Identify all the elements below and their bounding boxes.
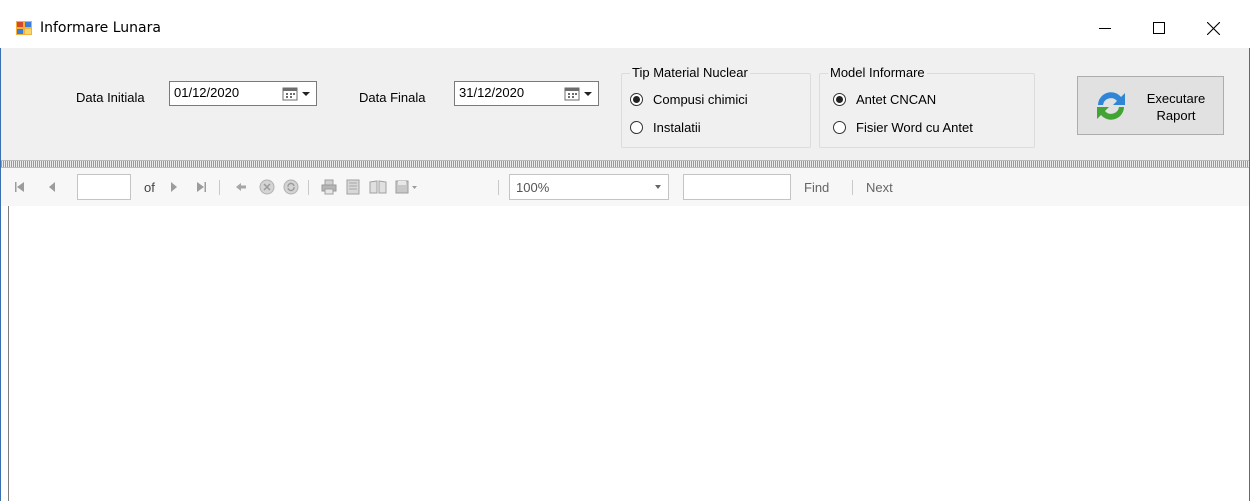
maximize-button[interactable] <box>1136 8 1182 48</box>
calendar-dropdown-icon <box>564 87 592 101</box>
toolbar-separator <box>498 180 499 195</box>
save-dropdown-icon <box>395 180 417 194</box>
last-page-icon <box>197 182 206 192</box>
radio-fisier-word-label: Fisier Word cu Antet <box>856 119 973 135</box>
report-viewer-area[interactable] <box>1 206 1249 500</box>
radio-compusi-chimici[interactable]: Compusi chimici <box>630 89 748 109</box>
next-page-icon <box>171 182 177 192</box>
report-model-group: Model Informare Antet CNCAN Fisier Word … <box>819 65 1035 148</box>
radio-instalatii-label: Instalatii <box>653 119 701 135</box>
title-bar: Informare Lunara <box>0 0 1250 48</box>
toolbar-separator <box>219 180 220 195</box>
material-type-group-title: Tip Material Nuclear <box>630 65 750 80</box>
refresh-icon <box>283 179 299 195</box>
radio-unselected-icon <box>630 120 643 134</box>
date-start-label: Data Initiala <box>76 90 145 105</box>
refresh-icon <box>1097 92 1125 120</box>
previous-page-button[interactable] <box>43 168 61 206</box>
date-end-value: 31/12/2020 <box>459 85 525 100</box>
report-model-group-title: Model Informare <box>828 65 927 80</box>
find-next-link[interactable]: Next <box>866 180 893 195</box>
zoom-value: 100% <box>516 180 550 195</box>
close-icon <box>1206 21 1220 35</box>
minimize-button[interactable] <box>1082 8 1128 48</box>
report-viewer-border <box>8 206 9 501</box>
previous-page-icon <box>49 182 55 192</box>
radio-unselected-icon <box>833 120 846 134</box>
zoom-select[interactable]: 100% <box>509 174 669 200</box>
print-icon <box>321 179 337 195</box>
export-button[interactable] <box>393 168 421 206</box>
date-end-picker[interactable]: 31/12/2020 <box>454 81 599 106</box>
page-setup-icon <box>369 180 387 194</box>
execute-report-label: Executare Raport <box>1146 91 1206 123</box>
print-button[interactable] <box>319 168 339 206</box>
filter-panel: Data Initiala 01/12/2020 Data Finala 31/… <box>1 48 1249 162</box>
print-layout-button[interactable] <box>343 168 363 206</box>
toolbar-separator <box>852 180 853 195</box>
toolbar-separator <box>308 180 309 195</box>
stop-button[interactable] <box>257 168 277 206</box>
radio-compusi-chimici-label: Compusi chimici <box>653 91 748 107</box>
date-start-value: 01/12/2020 <box>174 85 240 100</box>
radio-antet-cncan[interactable]: Antet CNCAN <box>833 89 936 109</box>
radio-selected-icon <box>630 92 643 106</box>
radio-instalatii[interactable]: Instalatii <box>630 117 701 137</box>
back-button[interactable] <box>231 168 251 206</box>
minimize-icon <box>1099 28 1111 29</box>
first-page-button[interactable] <box>11 168 29 206</box>
stop-icon <box>259 179 275 195</box>
app-icon <box>16 21 32 35</box>
date-start-picker[interactable]: 01/12/2020 <box>169 81 317 106</box>
maximize-icon <box>1153 22 1165 34</box>
window-title: Informare Lunara <box>40 20 161 36</box>
close-button[interactable] <box>1190 8 1236 48</box>
radio-selected-icon <box>833 92 846 106</box>
radio-fisier-word[interactable]: Fisier Word cu Antet <box>833 117 973 137</box>
page-setup-button[interactable] <box>367 168 389 206</box>
splitter[interactable] <box>1 160 1249 168</box>
last-page-button[interactable] <box>192 168 210 206</box>
chevron-down-icon <box>655 185 661 189</box>
page-layout-icon <box>346 179 360 195</box>
date-end-label: Data Finala <box>359 90 426 105</box>
page-number-input[interactable] <box>77 174 131 200</box>
report-viewer-toolbar: of 100% Find Next <box>1 168 1249 206</box>
refresh-button[interactable] <box>281 168 301 206</box>
back-arrow-icon <box>236 183 246 191</box>
calendar-dropdown-icon <box>282 87 310 101</box>
execute-report-button[interactable]: Executare Raport <box>1077 76 1224 135</box>
find-link[interactable]: Find <box>804 180 829 195</box>
material-type-group: Tip Material Nuclear Compusi chimici Ins… <box>621 65 811 148</box>
radio-antet-cncan-label: Antet CNCAN <box>856 91 937 107</box>
find-text-input[interactable] <box>683 174 791 200</box>
page-of-label: of <box>144 180 155 195</box>
first-page-icon <box>15 182 24 192</box>
next-page-button[interactable] <box>165 168 183 206</box>
